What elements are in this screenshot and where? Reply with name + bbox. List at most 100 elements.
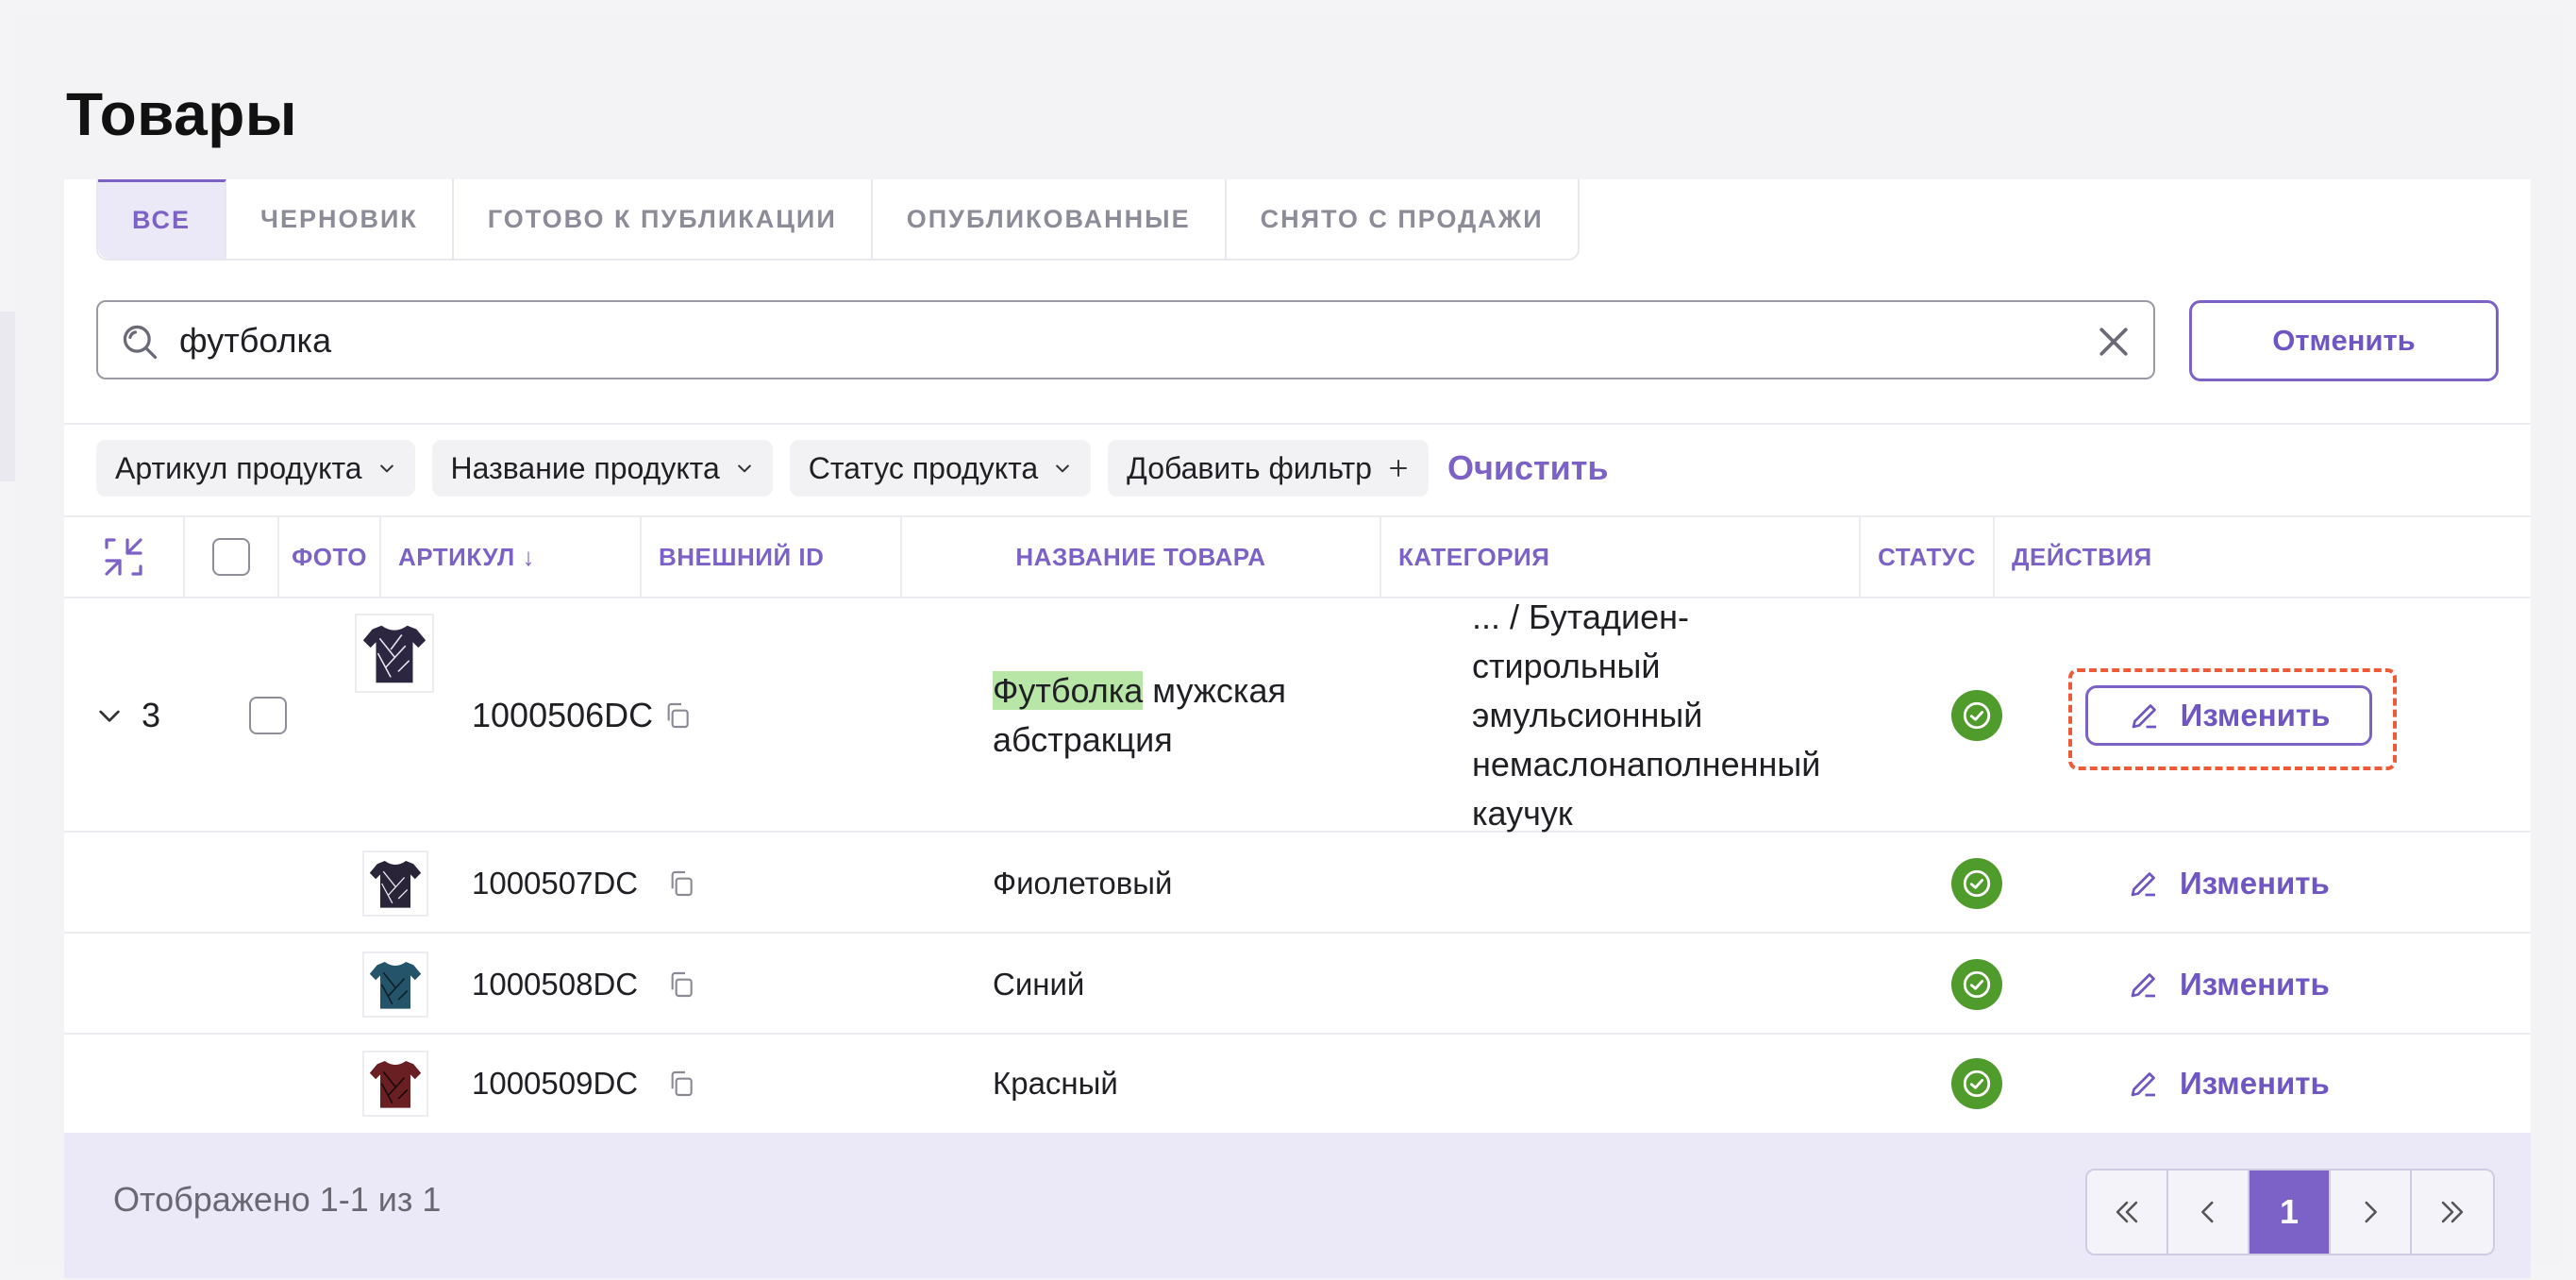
status-cell <box>1951 833 2002 934</box>
edit-button[interactable]: Изменить <box>2127 866 2330 901</box>
table-row: 1000507DC Фиолетовый Изменить <box>64 833 2531 934</box>
col-category: КАТЕГОРИЯ <box>1381 517 1861 597</box>
tab-all[interactable]: ВСЕ <box>98 179 226 259</box>
collapse-all-cell <box>64 517 185 597</box>
copy-icon[interactable] <box>666 1069 696 1099</box>
tab-ready-to-publish[interactable]: ГОТОВО К ПУБЛИКАЦИИ <box>454 179 873 259</box>
sku-text: 1000509DC <box>472 1066 639 1101</box>
search-box <box>96 300 2155 379</box>
last-page-button[interactable] <box>2412 1171 2493 1254</box>
prev-page-button[interactable] <box>2168 1171 2250 1254</box>
pencil-icon <box>2131 871 2155 896</box>
edit-button[interactable]: Изменить <box>2085 685 2372 746</box>
status-published-icon <box>1951 690 2002 741</box>
row-checkbox-cell <box>249 598 287 833</box>
status-cell <box>1951 934 2002 1035</box>
col-sku[interactable]: АРТИКУЛ ↓ <box>381 517 642 597</box>
edit-label: Изменить <box>2180 698 2331 733</box>
table-footer: Отображено 1-1 из 1 1 <box>64 1133 2531 1278</box>
variant-name: Красный <box>993 1066 1118 1101</box>
tshirt-thumbnail <box>362 1051 428 1117</box>
edit-button[interactable]: Изменить <box>2127 967 2330 1002</box>
col-external-id: ВНЕШНИЙ ID <box>642 517 902 597</box>
table-header: ФОТО АРТИКУЛ ↓ ВНЕШНИЙ ID НАЗВАНИЕ ТОВАР… <box>64 515 2531 598</box>
tab-published[interactable]: ОПУБЛИКОВАННЫЕ <box>873 179 1227 259</box>
sku-cell: 1000509DC <box>472 1035 696 1133</box>
select-all-cell <box>185 517 279 597</box>
product-photo[interactable] <box>362 1035 428 1133</box>
edit-button-cell: Изменить <box>2085 685 2372 746</box>
divider <box>64 423 2531 425</box>
chevron-right-icon <box>2365 1201 2377 1223</box>
copy-icon[interactable] <box>666 969 696 1000</box>
products-panel: ВСЕ ЧЕРНОВИК ГОТОВО К ПУБЛИКАЦИИ ОПУБЛИК… <box>64 179 2531 1133</box>
tab-draft[interactable]: ЧЕРНОВИК <box>226 179 454 259</box>
page-background: Товары ВСЕ ЧЕРНОВИК ГОТОВО К ПУБЛИКАЦИИ … <box>15 13 2563 1278</box>
status-tabs: ВСЕ ЧЕРНОВИК ГОТОВО К ПУБЛИКАЦИИ ОПУБЛИК… <box>96 179 1580 261</box>
row-checkbox[interactable] <box>249 697 287 734</box>
filter-sku-chip[interactable]: Артикул продукта <box>96 440 415 497</box>
search-input[interactable] <box>177 312 2068 370</box>
search-icon <box>123 325 158 360</box>
expand-toggle[interactable]: 3 <box>94 598 160 833</box>
tshirt-image <box>362 625 427 683</box>
chevron-down-icon <box>99 710 120 722</box>
category-cell: ... / Бутадиен-стирольный эмульсионный н… <box>1472 598 1868 833</box>
edit-button-cell: Изменить <box>2127 833 2330 934</box>
status-published-icon <box>1951 857 2002 909</box>
collapse-icon[interactable] <box>101 534 146 580</box>
variants-count: 3 <box>142 696 161 734</box>
sku-cell: 1000507DC <box>472 833 696 934</box>
filter-name-chip[interactable]: Название продукта <box>431 440 773 497</box>
filter-name-label: Название продукта <box>450 450 720 485</box>
tshirt-image <box>369 1061 422 1108</box>
tshirt-image <box>369 961 422 1009</box>
copy-icon[interactable] <box>662 700 693 731</box>
chevron-down-icon <box>379 464 393 473</box>
edit-label: Изменить <box>2180 966 2330 1002</box>
current-page-button[interactable]: 1 <box>2250 1171 2331 1254</box>
tab-removed-from-sale[interactable]: СНЯТО С ПРОДАЖИ <box>1227 179 1578 259</box>
chevron-left-icon <box>2201 1201 2214 1223</box>
product-name-cell: Футболка мужская абстракция <box>993 598 1370 833</box>
variant-name-cell: Красный <box>993 1035 1118 1133</box>
pencil-icon <box>2132 704 2156 729</box>
add-filter-button[interactable]: Добавить фильтр <box>1108 440 1429 497</box>
tshirt-thumbnail <box>355 614 434 693</box>
edit-button-cell: Изменить <box>2127 1035 2330 1133</box>
double-chevron-right-icon <box>2441 1201 2464 1223</box>
table-row-parent: 3 1000506DC Футболка мужская абстракция <box>64 598 2531 833</box>
sku-text: 1000507DC <box>472 865 639 901</box>
variant-name: Фиолетовый <box>993 865 1173 901</box>
edit-label: Изменить <box>2180 1066 2330 1101</box>
cancel-search-button[interactable]: Отменить <box>2189 300 2499 381</box>
add-filter-label: Добавить фильтр <box>1127 450 1372 485</box>
status-published-icon <box>1951 958 2002 1010</box>
pagination-summary: Отображено 1-1 из 1 <box>113 1180 442 1219</box>
filter-status-chip[interactable]: Статус продукта <box>789 440 1092 497</box>
category-text: ... / Бутадиен-стирольный эмульсионный н… <box>1472 598 1821 833</box>
chevron-down-icon <box>1056 464 1069 473</box>
select-all-checkbox[interactable] <box>212 538 250 576</box>
search-highlight: Футболка <box>993 671 1144 710</box>
clear-filters-link[interactable]: Очистить <box>1447 448 1609 488</box>
pencil-icon <box>2131 1072 2155 1097</box>
sku-text: 1000508DC <box>472 966 639 1002</box>
filter-sku-label: Артикул продукта <box>115 450 362 485</box>
status-cell <box>1951 1035 2002 1133</box>
first-page-button[interactable] <box>2087 1171 2168 1254</box>
edit-button[interactable]: Изменить <box>2127 1066 2330 1102</box>
clear-search-icon[interactable] <box>2093 321 2134 362</box>
variant-name-cell: Фиолетовый <box>993 833 1172 934</box>
product-photo[interactable] <box>362 934 428 1035</box>
pagination: 1 <box>2085 1169 2495 1255</box>
copy-icon[interactable] <box>666 868 696 899</box>
product-photo[interactable] <box>355 614 434 693</box>
product-photo[interactable] <box>362 833 428 934</box>
tshirt-image <box>369 860 422 908</box>
edit-button-cell: Изменить <box>2127 934 2330 1035</box>
sku-cell: 1000506DC <box>472 598 693 833</box>
next-page-button[interactable] <box>2331 1171 2412 1254</box>
product-name: Футболка мужская абстракция <box>993 666 1370 765</box>
col-photo: ФОТО <box>279 517 381 597</box>
